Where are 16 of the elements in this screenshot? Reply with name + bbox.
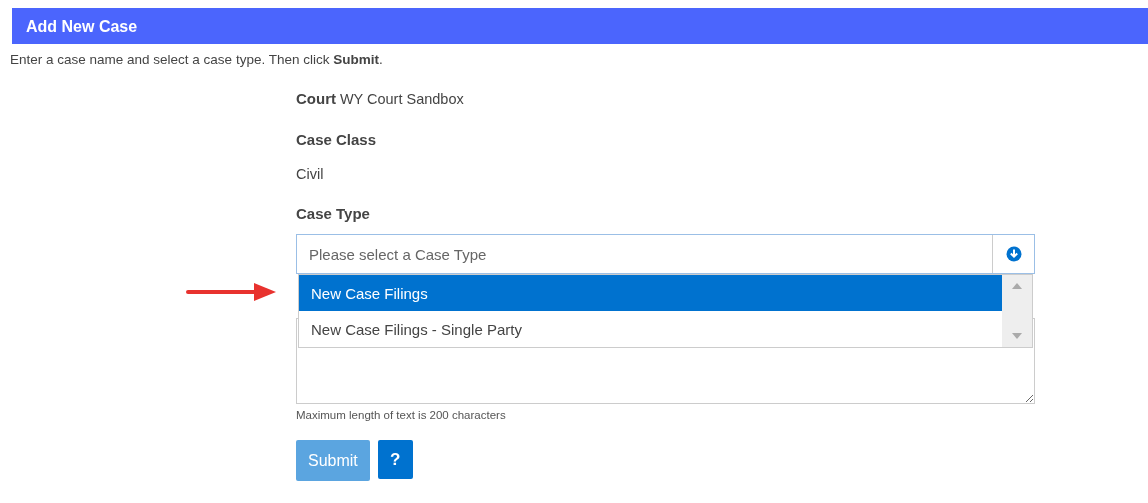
dropdown-option[interactable]: New Case Filings — [299, 274, 1002, 311]
dropdown-icon[interactable] — [1005, 245, 1022, 262]
help-button[interactable]: ? — [377, 440, 413, 479]
arrow-icon — [186, 282, 278, 303]
court-label: Court — [296, 90, 336, 108]
case-class-value: Civil — [296, 164, 325, 184]
instructions-text: Enter a case name and select a case type. Then click Submit. — [9, 51, 384, 69]
case-type-label: Case Type — [296, 204, 371, 225]
case-class-label: Case Class — [296, 130, 378, 150]
case-type-select[interactable]: Please select a Case Type — [296, 233, 1035, 274]
court-value: WY Court Sandbox — [339, 91, 464, 108]
dropdown-option[interactable]: New Case Filings - Single Party — [299, 310, 1002, 347]
scroll-down-icon[interactable] — [1012, 332, 1022, 339]
header-bar: Add New Case — [12, 8, 1148, 44]
scroll-up-icon[interactable] — [1012, 282, 1022, 289]
max-length-hint: Maximum length of text is 200 characters — [296, 407, 507, 423]
